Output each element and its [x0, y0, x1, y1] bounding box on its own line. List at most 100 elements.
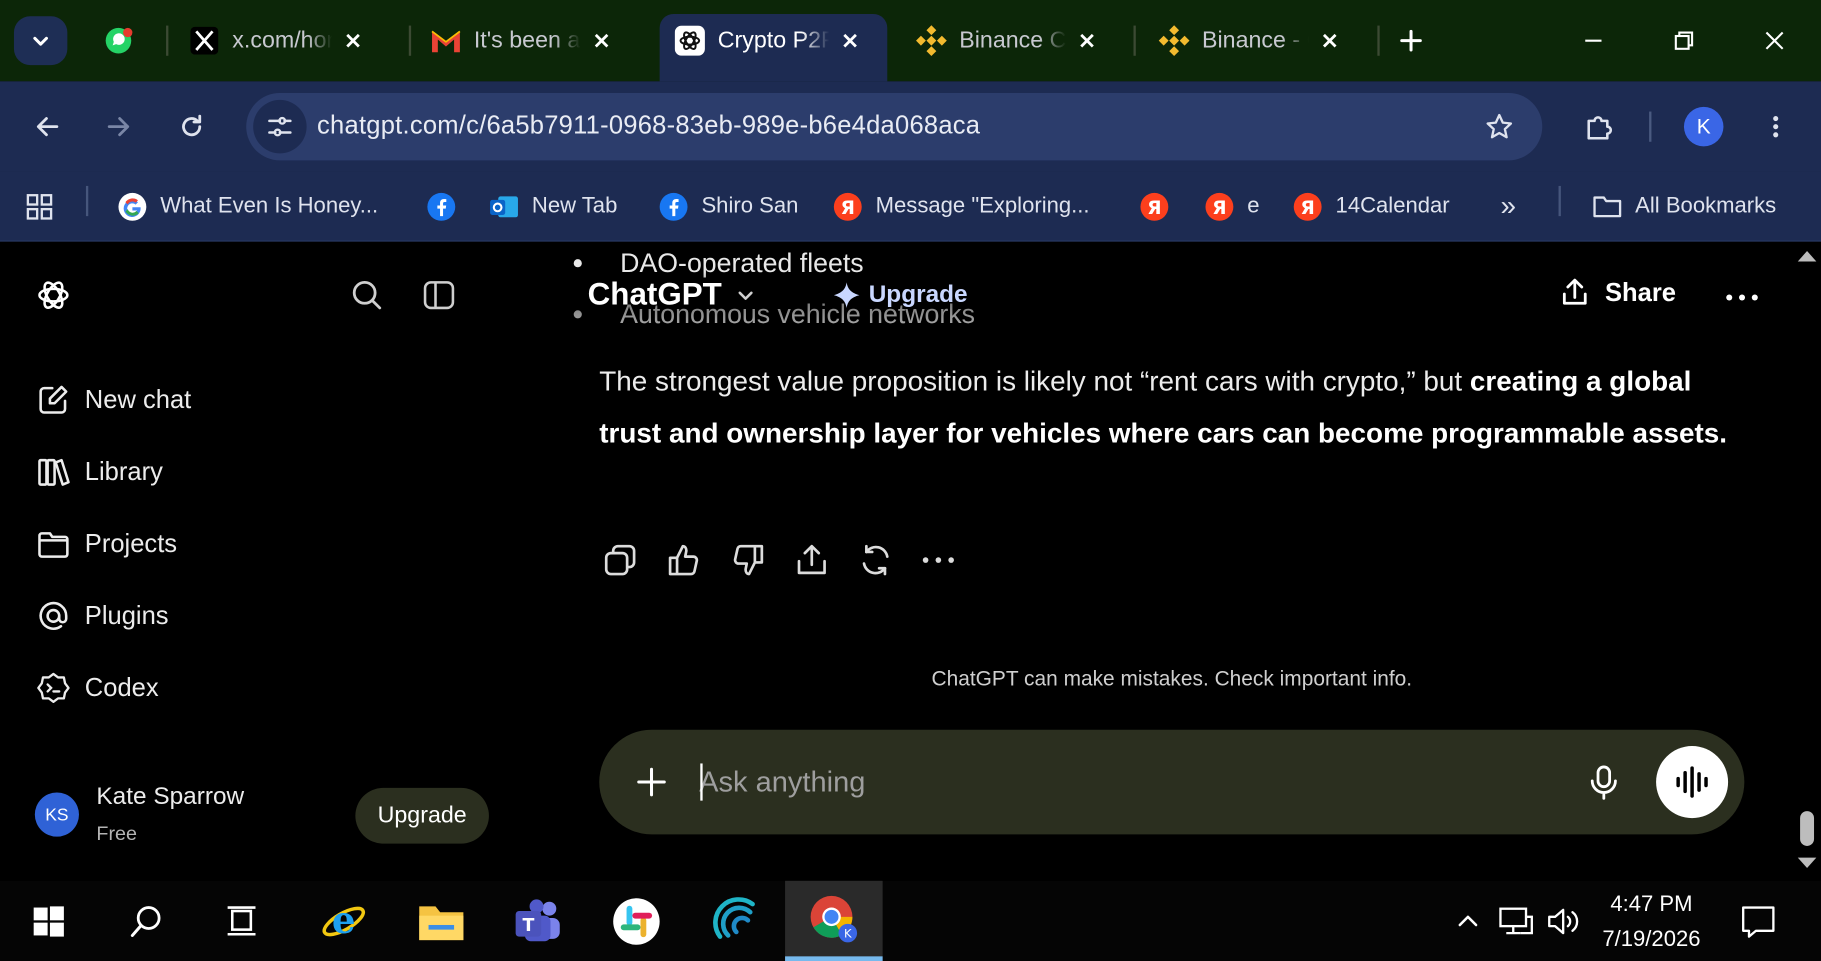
tab-binance-2[interactable]: Binance - Crypto — [1158, 14, 1344, 67]
sidebar-item-new-chat[interactable]: New chat — [35, 376, 191, 422]
forward-button[interactable] — [94, 102, 143, 151]
reload-button[interactable] — [167, 102, 216, 151]
internet-explorer-app[interactable]: e — [295, 881, 393, 961]
close-window-button[interactable] — [1744, 16, 1804, 65]
back-button[interactable] — [23, 102, 72, 151]
more-bookmarks-button[interactable]: » — [1500, 186, 1516, 228]
network-button[interactable] — [1496, 904, 1535, 939]
bookmark-label: New Tab — [531, 194, 618, 219]
share-message-button[interactable] — [791, 537, 855, 583]
start-button[interactable] — [0, 881, 98, 961]
file-explorer-app[interactable] — [393, 881, 491, 961]
tab-binance-1[interactable]: Binance Crypto — [915, 14, 1101, 67]
binance-icon — [915, 24, 948, 57]
copy-button[interactable] — [599, 537, 663, 583]
bookmark-item[interactable]: Я Message "Exploring... — [832, 186, 1090, 228]
app-launcher[interactable] — [688, 881, 786, 961]
upgrade-label: Upgrade — [868, 281, 968, 308]
scrollbar-thumb[interactable] — [1800, 811, 1815, 846]
browser-menu-button[interactable] — [1751, 102, 1800, 151]
thumbs-up-button[interactable] — [663, 537, 727, 583]
bookmark-item[interactable]: Я — [1138, 186, 1182, 228]
regenerate-button[interactable] — [855, 537, 919, 583]
bookmark-separator — [1558, 185, 1561, 217]
share-button[interactable]: Share — [1559, 277, 1676, 310]
apps-button[interactable] — [23, 186, 67, 228]
openai-logo-icon[interactable] — [33, 274, 75, 316]
tab-search-button[interactable] — [13, 16, 68, 66]
avatar[interactable]: KS — [34, 792, 79, 837]
volume-button[interactable] — [1545, 904, 1584, 939]
slack-app[interactable] — [588, 881, 686, 961]
more-actions-button[interactable] — [919, 537, 983, 583]
ellipsis-icon — [922, 557, 954, 563]
taskbar-search-button[interactable] — [98, 881, 196, 961]
close-icon[interactable] — [836, 27, 864, 55]
address-bar[interactable]: chatgpt.com/c/6a5b7911-0968-83eb-989e-b6… — [246, 92, 1543, 161]
tab-chatgpt[interactable]: Crypto P2P — [659, 13, 888, 82]
clock-time[interactable]: 4:47 PM — [1593, 892, 1709, 918]
tab-label: Crypto P2P — [717, 27, 830, 53]
sidebar-toggle-icon[interactable] — [418, 274, 460, 316]
url-text[interactable]: chatgpt.com/c/6a5b7911-0968-83eb-989e-b6… — [317, 110, 980, 140]
bookmark-item[interactable]: What Even Is Honey... — [116, 186, 378, 228]
new-tab-button[interactable] — [1389, 21, 1433, 61]
tray-overflow-button[interactable] — [1452, 904, 1485, 939]
all-bookmarks-button[interactable]: All Bookmarks — [1591, 186, 1776, 228]
library-icon — [35, 453, 72, 490]
tab-gmail[interactable]: It's been a while — [430, 14, 616, 67]
toolbar-separator — [1649, 111, 1652, 142]
close-icon[interactable] — [339, 27, 367, 55]
sidebar-item-label: Plugins — [84, 600, 169, 630]
search-icon[interactable] — [346, 274, 388, 316]
extensions-button[interactable] — [1575, 102, 1624, 151]
compose-icon — [35, 381, 72, 418]
chrome-app[interactable]: K — [785, 880, 883, 961]
svg-text:e: e — [332, 898, 356, 942]
tab-separator — [1133, 25, 1136, 56]
bookmark-item[interactable]: Я 14Calendar — [1291, 186, 1450, 228]
clock-date[interactable]: 7/19/2026 — [1593, 927, 1709, 953]
conversation-options-button[interactable] — [1721, 277, 1763, 319]
facebook-icon — [425, 191, 458, 224]
sidebar-item-plugins[interactable]: Plugins — [35, 593, 169, 639]
close-icon[interactable] — [1073, 27, 1101, 55]
close-icon[interactable] — [588, 27, 616, 55]
user-name[interactable]: Kate Sparrow — [96, 783, 244, 811]
sparkle-icon — [833, 282, 860, 308]
task-view-button[interactable] — [193, 881, 291, 961]
arrow-right-icon — [107, 117, 130, 137]
bookmark-item[interactable]: Я e — [1203, 186, 1260, 228]
attach-button[interactable] — [629, 760, 673, 804]
bookmark-label: e — [1247, 194, 1260, 219]
sidebar-item-codex[interactable]: Codex — [35, 665, 159, 711]
site-info-button[interactable] — [253, 99, 307, 154]
bookmark-item[interactable]: Shiro San — [657, 186, 798, 228]
notifications-button[interactable] — [1735, 904, 1781, 939]
model-selector[interactable]: ChatGPT — [588, 277, 757, 313]
teams-app[interactable]: T — [490, 881, 588, 961]
sidebar-item-projects[interactable]: Projects — [35, 521, 177, 567]
close-icon[interactable] — [1316, 27, 1344, 55]
scroll-up-icon[interactable] — [1797, 250, 1817, 262]
tab-label: Binance - Crypto — [1201, 27, 1309, 53]
tab-x[interactable]: x.com/home — [188, 14, 367, 67]
star-icon — [1486, 113, 1513, 139]
restore-icon — [1674, 31, 1694, 50]
voice-mode-button[interactable] — [1656, 746, 1729, 819]
sidebar-upgrade-button[interactable]: Upgrade — [355, 787, 489, 844]
profile-avatar[interactable]: K — [1683, 106, 1724, 147]
bookmark-star-button[interactable] — [1482, 109, 1517, 144]
dictate-button[interactable] — [1582, 760, 1626, 804]
tab-whatsapp[interactable] — [102, 14, 146, 67]
scroll-down-icon[interactable] — [1797, 857, 1817, 869]
bookmark-item[interactable] — [425, 186, 469, 228]
bookmark-item[interactable]: New Tab — [488, 186, 618, 228]
page-scrollbar[interactable] — [1793, 241, 1821, 881]
header-upgrade-button[interactable]: Upgrade — [832, 280, 968, 310]
restore-button[interactable] — [1654, 16, 1714, 65]
sidebar-item-library[interactable]: Library — [35, 449, 163, 495]
prompt-input[interactable] — [699, 757, 1559, 807]
minimize-button[interactable] — [1563, 16, 1623, 65]
thumbs-down-button[interactable] — [727, 537, 791, 583]
